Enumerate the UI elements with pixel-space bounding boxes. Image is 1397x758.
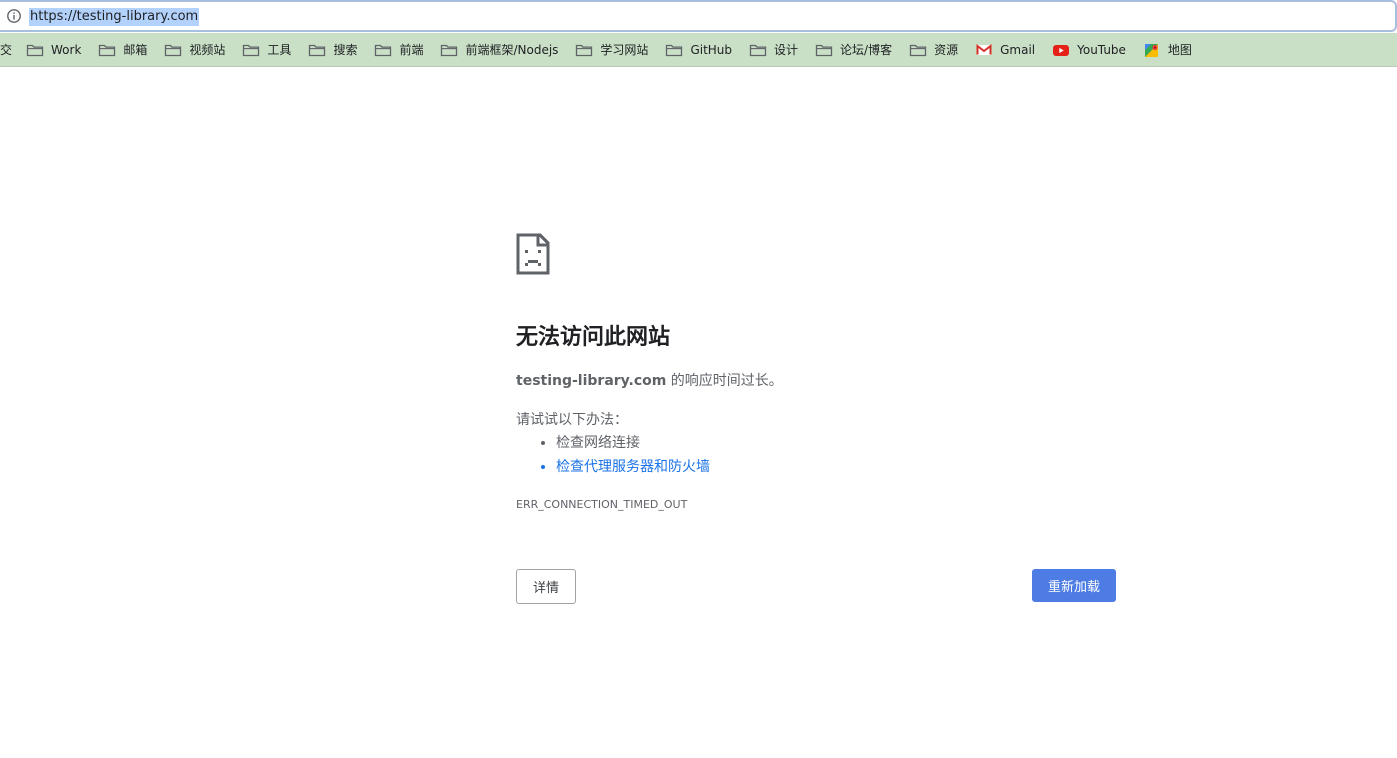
- bookmark-tools[interactable]: 工具: [242, 41, 291, 58]
- bookmark-frameworks-nodejs[interactable]: 前端框架/Nodejs: [440, 41, 558, 58]
- bookmark-label: 视频站: [189, 43, 226, 57]
- suggestion-check-proxy-firewall-link[interactable]: 检查代理服务器和防火墙: [556, 455, 710, 479]
- bookmark-label: 资源: [934, 43, 959, 57]
- bookmark-label: GitHub: [690, 42, 733, 57]
- folder-icon: [815, 44, 833, 56]
- bookmark-search[interactable]: 搜索: [308, 41, 357, 58]
- bookmark-forums-blogs[interactable]: 论坛/博客: [815, 41, 892, 58]
- bookmark-label: Work: [51, 42, 82, 57]
- bookmarks-list: Work 邮箱 视频站 工具 搜索 前端 前端框架/Nodejs 学习网站 Gi…: [26, 33, 1209, 66]
- address-bar[interactable]: https://testing-library.com: [0, 0, 1397, 32]
- error-description-text: 的响应时间过长。: [666, 373, 783, 389]
- bookmark-resources[interactable]: 资源: [909, 41, 958, 58]
- folder-icon: [576, 44, 593, 56]
- folder-icon: [243, 44, 260, 56]
- bookmark-label: 论坛/博客: [840, 43, 893, 57]
- folder-icon: [99, 44, 116, 56]
- bookmark-maps[interactable]: 地图: [1143, 41, 1192, 58]
- bookmark-design[interactable]: 设计: [749, 41, 798, 58]
- folder-icon: [26, 44, 44, 56]
- bookmark-label: 前端: [399, 43, 424, 57]
- sad-page-icon: [516, 233, 550, 275]
- bookmark-github[interactable]: GitHub: [665, 43, 732, 57]
- reload-button[interactable]: 重新加载: [1032, 569, 1116, 602]
- bookmark-partial-label[interactable]: 交: [0, 41, 12, 58]
- youtube-icon: [1053, 44, 1070, 56]
- suggestion-check-network: 检查网络连接: [556, 431, 710, 455]
- folder-icon: [309, 44, 326, 56]
- folder-icon: [749, 44, 767, 56]
- details-button[interactable]: 详情: [516, 569, 576, 604]
- bookmark-frontend[interactable]: 前端: [374, 41, 423, 58]
- bookmark-label: 邮箱: [123, 43, 148, 57]
- error-code: ERR_CONNECTION_TIMED_OUT: [516, 498, 688, 511]
- bookmark-label: 前端框架/Nodejs: [465, 43, 559, 57]
- gmail-icon: [976, 43, 992, 55]
- bookmark-label: YouTube: [1077, 42, 1126, 57]
- folder-icon: [165, 44, 182, 56]
- folder-icon: [441, 44, 458, 56]
- bookmarks-bar: 交 Work 邮箱 视频站 工具 搜索 前端 前端框架/Nodejs 学习网站 …: [0, 33, 1397, 67]
- error-description: testing-library.com 的响应时间过长。: [516, 370, 783, 390]
- bookmark-youtube[interactable]: YouTube: [1052, 43, 1126, 57]
- suggestions-heading: 请试试以下办法：: [516, 412, 628, 428]
- bookmark-label: 工具: [267, 43, 292, 57]
- bookmark-learning-sites[interactable]: 学习网站: [575, 41, 648, 58]
- bookmark-label: 地图: [1167, 43, 1192, 57]
- error-host: testing-library.com: [516, 373, 667, 389]
- bookmark-label: 学习网站: [600, 43, 649, 57]
- maps-icon: [1144, 43, 1158, 57]
- info-icon[interactable]: [6, 8, 22, 24]
- bookmark-gmail[interactable]: Gmail: [975, 43, 1035, 57]
- folder-icon: [909, 44, 927, 56]
- bookmark-video-sites[interactable]: 视频站: [164, 41, 225, 58]
- error-title: 无法访问此网站: [516, 325, 671, 350]
- bookmark-mail[interactable]: 邮箱: [98, 41, 147, 58]
- bookmark-label: 设计: [774, 43, 799, 57]
- bookmark-label: 搜索: [333, 43, 358, 57]
- folder-icon: [375, 44, 392, 56]
- url-text[interactable]: https://testing-library.com: [29, 8, 200, 26]
- suggestions-list: 检查网络连接 检查代理服务器和防火墙: [516, 431, 710, 479]
- folder-icon: [666, 44, 683, 56]
- bookmark-work[interactable]: Work: [26, 43, 81, 57]
- bookmark-label: Gmail: [1000, 42, 1036, 57]
